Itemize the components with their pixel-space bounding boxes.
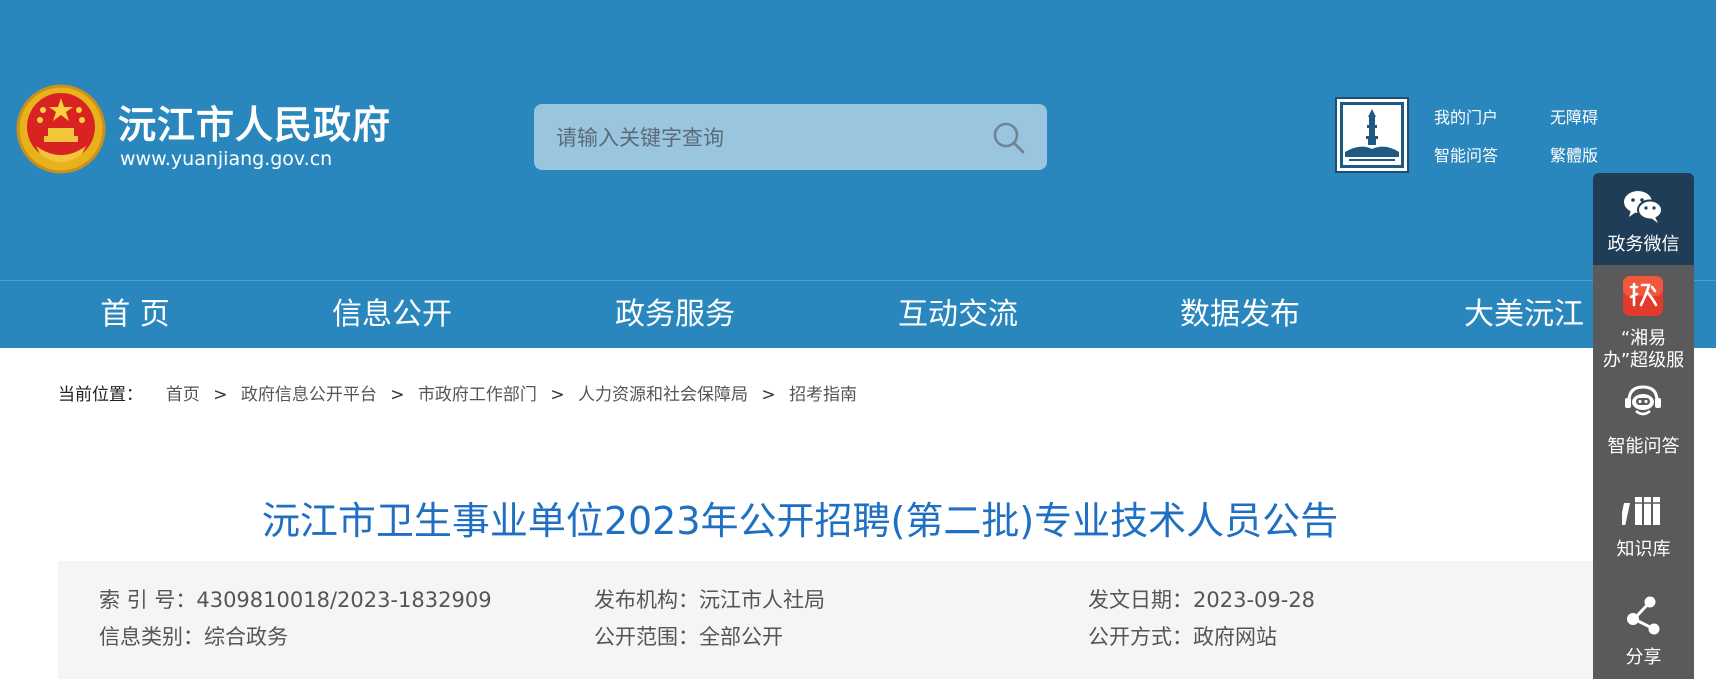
breadcrumb-separator: > bbox=[213, 385, 228, 405]
wechat-icon bbox=[1624, 191, 1663, 223]
meta-category: 信息类别：综合政务 bbox=[99, 625, 288, 649]
books-icon bbox=[1622, 497, 1660, 525]
breadcrumb-separator: > bbox=[550, 385, 565, 405]
traditional-chinese-link[interactable]: 繁體版 bbox=[1550, 142, 1598, 166]
side-item-xiangyiban[interactable]: “湘易 办”超级服 bbox=[1593, 265, 1694, 375]
accessibility-link[interactable]: 无障碍 bbox=[1550, 104, 1598, 128]
meta-publisher: 发布机构：沅江市人社局 bbox=[594, 588, 825, 612]
side-item-knowledge-base[interactable]: 知识库 bbox=[1593, 471, 1694, 575]
share-icon bbox=[1627, 596, 1660, 635]
national-emblem-icon[interactable] bbox=[16, 84, 106, 174]
meta-scope: 公开范围：全部公开 bbox=[594, 625, 783, 649]
site-header: 沅江市人民政府 www.yuanjiang.gov.cn 我的门户 无障碍 智能… bbox=[0, 0, 1716, 280]
breadcrumb-separator: > bbox=[761, 385, 776, 405]
breadcrumb-separator: > bbox=[390, 385, 405, 405]
top-links: 我的门户 无障碍 智能问答 繁體版 bbox=[1434, 104, 1614, 174]
floating-side-bar: 政务微信 “湘易 办”超级服 智能问答 知识库 分享 bbox=[1593, 173, 1694, 679]
breadcrumb-item-exam-guide[interactable]: 招考指南 bbox=[789, 385, 857, 405]
main-nav: 首 页 信息公开 政务服务 互动交流 数据发布 大美沅江 bbox=[0, 280, 1716, 348]
site-name[interactable]: 沅江市人民政府 bbox=[118, 94, 391, 149]
breadcrumb-label: 当前位置： bbox=[58, 385, 143, 405]
city-landmark-stamp-icon[interactable] bbox=[1335, 97, 1409, 173]
breadcrumb: 当前位置： 首页 > 政府信息公开平台 > 市政府工作部门 > 人力资源和社会保… bbox=[58, 380, 857, 405]
breadcrumb-item-hr-bureau[interactable]: 人力资源和社会保障局 bbox=[578, 385, 748, 405]
meta-index-no: 索 引 号：4309810018/2023-1832909 bbox=[99, 588, 492, 612]
nav-item-gov-services[interactable]: 政务服务 bbox=[615, 281, 735, 348]
breadcrumb-item-departments[interactable]: 市政府工作部门 bbox=[418, 385, 537, 405]
nav-item-data-release[interactable]: 数据发布 bbox=[1180, 281, 1300, 348]
side-label-smart-qa: 智能问答 bbox=[1607, 436, 1680, 457]
side-item-smart-qa[interactable]: 智能问答 bbox=[1593, 375, 1694, 471]
article-meta-box: 索 引 号：4309810018/2023-1832909 发布机构：沅江市人社… bbox=[58, 561, 1600, 679]
breadcrumb-item-home[interactable]: 首页 bbox=[166, 385, 200, 405]
meta-date: 发文日期：2023-09-28 bbox=[1088, 588, 1316, 612]
nav-item-interaction[interactable]: 互动交流 bbox=[898, 281, 1018, 348]
article-title: 沅江市卫生事业单位2023年公开招聘(第二批)专业技术人员公告 bbox=[261, 499, 1339, 543]
nav-item-home[interactable]: 首 页 bbox=[100, 281, 170, 348]
side-item-wechat[interactable]: 政务微信 bbox=[1593, 173, 1694, 265]
my-portal-link[interactable]: 我的门户 bbox=[1434, 104, 1498, 128]
side-label-wechat: 政务微信 bbox=[1607, 234, 1680, 255]
side-label-xiangyiban-line2: 办”超级服 bbox=[1602, 350, 1685, 371]
smart-qa-link[interactable]: 智能问答 bbox=[1434, 142, 1498, 166]
nav-item-info-disclosure[interactable]: 信息公开 bbox=[332, 281, 452, 348]
robot-icon bbox=[1625, 385, 1661, 416]
side-label-share: 分享 bbox=[1625, 647, 1662, 668]
site-url[interactable]: www.yuanjiang.gov.cn bbox=[120, 148, 332, 170]
breadcrumb-item-info-platform[interactable]: 政府信息公开平台 bbox=[241, 385, 377, 405]
side-item-share[interactable]: 分享 bbox=[1593, 575, 1694, 679]
search-icon[interactable] bbox=[991, 120, 1027, 156]
xiangyiban-app-icon bbox=[1623, 276, 1663, 316]
nav-item-beautiful-yuanjiang[interactable]: 大美沅江 bbox=[1464, 281, 1584, 348]
search-input[interactable] bbox=[554, 104, 978, 172]
search-box bbox=[534, 104, 1047, 172]
meta-method: 公开方式：政府网站 bbox=[1088, 625, 1277, 649]
side-label-knowledge-base: 知识库 bbox=[1616, 539, 1671, 560]
